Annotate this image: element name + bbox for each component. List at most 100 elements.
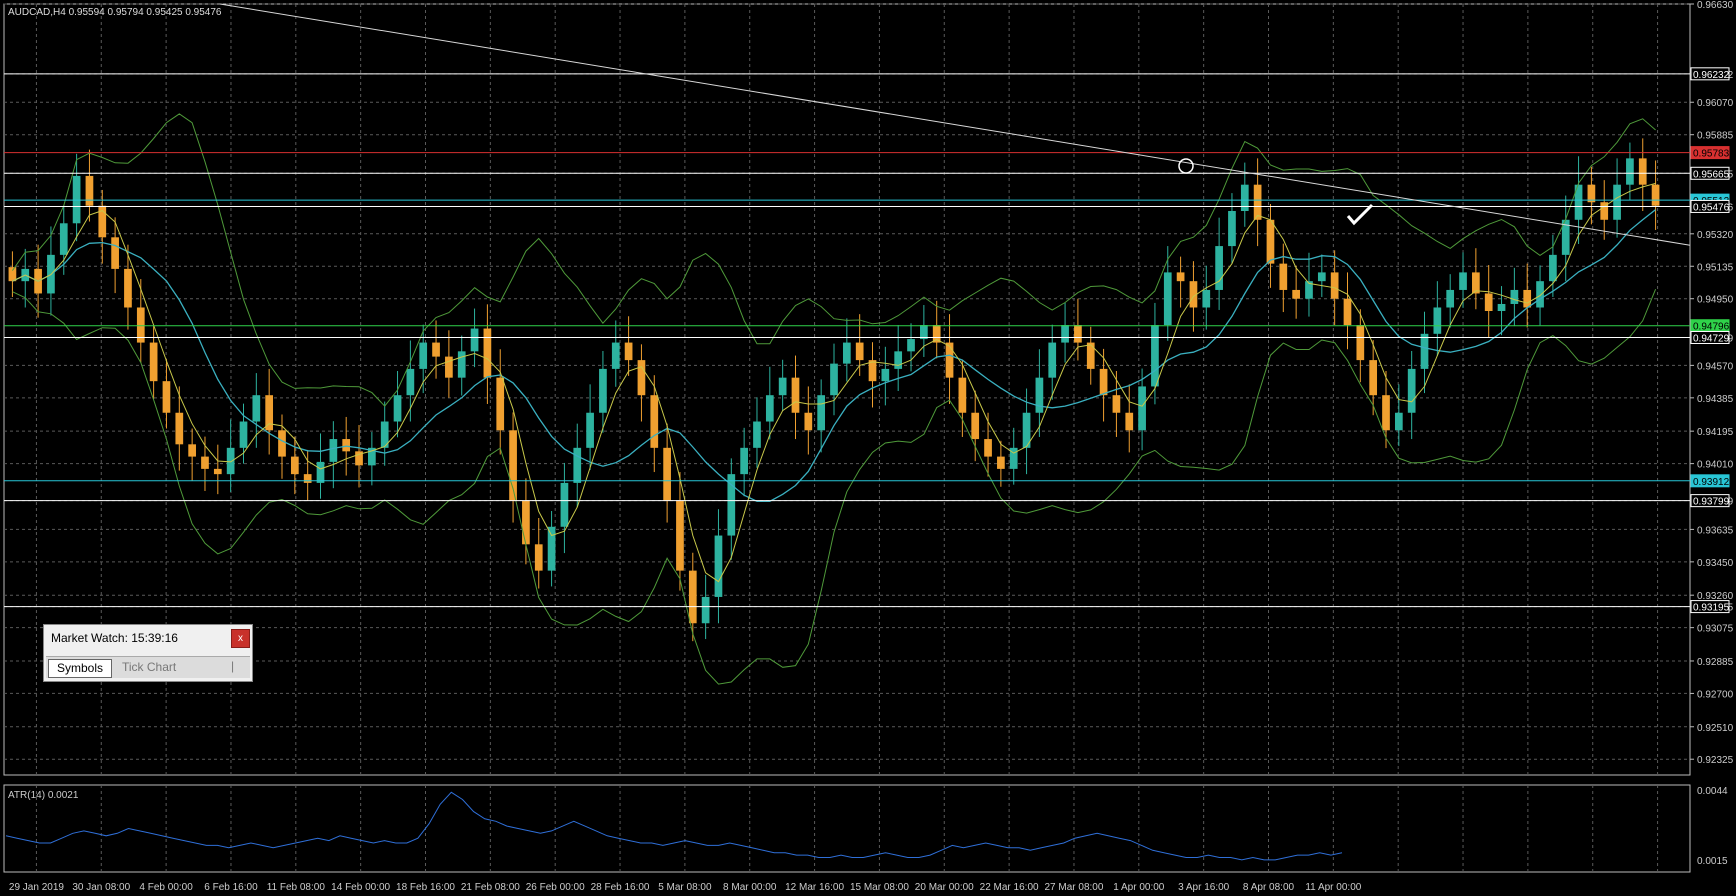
time-axis-label: 12 Mar 16:00: [785, 882, 844, 893]
candle-body: [1151, 325, 1159, 387]
candle-body: [984, 439, 992, 457]
candle-body: [162, 381, 171, 413]
candle-body: [496, 377, 505, 431]
candle-body: [534, 544, 543, 571]
price-level-label: 0.95476: [1693, 202, 1730, 213]
candle-body: [1125, 412, 1134, 431]
candle-body: [1138, 386, 1146, 431]
candle-body: [1202, 289, 1211, 308]
candle-body: [599, 368, 607, 413]
candle-body: [188, 444, 196, 457]
candle-body: [393, 395, 402, 422]
candle-body: [701, 596, 710, 624]
atr-frame: [3, 784, 1691, 873]
candle-body: [1228, 211, 1236, 247]
candle-body: [1074, 325, 1082, 343]
price-tick-label: 0.92325: [1697, 755, 1734, 766]
candle-body: [688, 570, 697, 624]
candle-body: [72, 175, 81, 224]
candle-body: [1549, 254, 1557, 282]
price-level-label: 0.95783: [1693, 149, 1730, 160]
candle-body: [1048, 342, 1057, 378]
check-icon: [1346, 203, 1374, 226]
candle-body: [842, 342, 851, 364]
candle-body: [1626, 158, 1634, 185]
price-level-label: 0.93799: [1693, 497, 1730, 508]
candle-body: [1420, 333, 1429, 369]
candle-body: [1099, 368, 1108, 396]
candle-body: [765, 395, 774, 422]
candle-body: [1176, 272, 1185, 282]
candle-body: [753, 421, 761, 448]
price-tick-label: 0.92700: [1697, 689, 1734, 700]
candle-body: [1240, 184, 1249, 212]
candle-body: [470, 328, 479, 352]
candle-body: [663, 447, 671, 501]
chart-canvas[interactable]: 0.96630 0.96232 0.96070 0.95885 0.95665 0.954…: [0, 0, 1736, 896]
price-tick-label: 0.94950: [1697, 295, 1734, 306]
candle-body: [1587, 184, 1596, 203]
time-axis-label: 4 Feb 00:00: [139, 882, 193, 893]
price-level-label: 0.96232: [1693, 70, 1730, 81]
candle-body: [1343, 298, 1352, 326]
candle-body: [1536, 281, 1544, 308]
candle-body: [406, 368, 415, 396]
candle-body: [637, 360, 646, 396]
time-axis-label: 28 Feb 16:00: [591, 882, 650, 893]
candle-body: [445, 356, 453, 378]
time-axis-label: 8 Apr 08:00: [1243, 882, 1295, 893]
candle-body: [945, 342, 954, 378]
candle-body: [1382, 395, 1390, 431]
candle-body: [624, 342, 633, 361]
candle-body: [1369, 360, 1378, 396]
candle-body: [817, 395, 826, 431]
time-axis-label: 5 Mar 08:00: [658, 882, 712, 893]
candle-body: [855, 342, 864, 361]
candle-body: [201, 456, 209, 469]
candle-body: [971, 412, 980, 440]
time-axis-label: 1 Apr 00:00: [1113, 882, 1165, 893]
candle-body: [1638, 158, 1647, 185]
candle-body: [85, 175, 94, 206]
candle-body: [560, 482, 569, 527]
candle-body: [778, 377, 787, 396]
time-axis-label: 30 Jan 08:00: [72, 882, 130, 893]
candle-body: [252, 395, 261, 422]
time-axis-label: 11 Apr 00:00: [1305, 882, 1361, 893]
price-level-label: 0.94729: [1693, 333, 1730, 344]
candle-body: [997, 456, 1005, 469]
candle-body: [329, 439, 338, 462]
price-tick-label: 0.95320: [1697, 230, 1734, 241]
market-watch-panel[interactable]: Market Watch: 15:39:16 x Symbols Tick Ch…: [43, 624, 253, 682]
price-tick-label: 0.94385: [1697, 394, 1734, 405]
close-icon[interactable]: x: [231, 629, 250, 648]
candle-body: [1433, 307, 1442, 334]
price-tick-label: 0.94010: [1697, 460, 1734, 471]
candle-body: [1497, 303, 1506, 311]
time-axis-label: 14 Feb 00:00: [331, 882, 390, 893]
candle-body: [573, 447, 582, 483]
candle-body: [1407, 368, 1416, 413]
price-level-label: 0.93195: [1693, 603, 1730, 614]
price-tick-label: 0.92510: [1697, 723, 1734, 734]
candle-body: [1279, 263, 1288, 290]
candle-body: [714, 535, 723, 597]
candle-body: [1086, 342, 1095, 369]
price-tick-label: 0.93635: [1697, 525, 1734, 536]
candle-body: [1112, 395, 1121, 413]
time-axis-label: 18 Feb 16:00: [396, 882, 455, 893]
candle-body: [124, 268, 132, 308]
candle-body: [804, 412, 813, 431]
tab-symbols[interactable]: Symbols: [48, 659, 113, 678]
candle-body: [1061, 325, 1069, 343]
price-tick-label: 0.94570: [1697, 361, 1734, 372]
candle-body: [239, 421, 248, 448]
candle-body: [457, 351, 466, 378]
tab-tick-chart[interactable]: Tick Chart: [114, 659, 184, 676]
candle-body: [586, 412, 594, 448]
candle-body: [59, 223, 68, 255]
market-watch-tabs: Symbols Tick Chart |: [46, 656, 250, 678]
candle-body: [907, 339, 915, 352]
time-axis-label: 26 Feb 00:00: [526, 882, 585, 893]
price-tick-label: 0.95135: [1697, 262, 1734, 273]
